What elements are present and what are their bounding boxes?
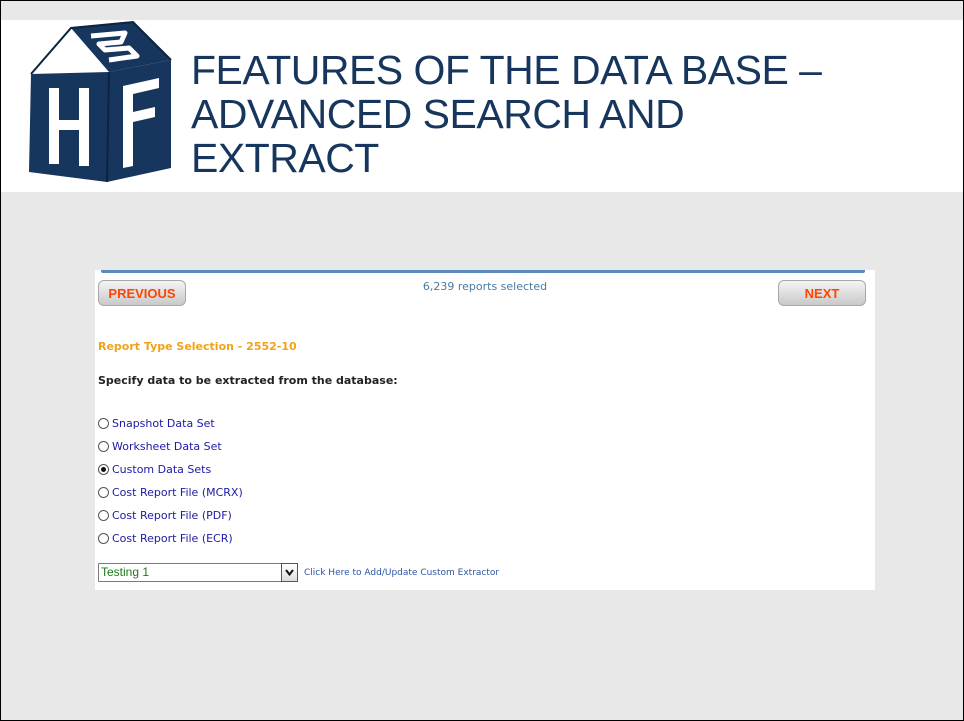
option-label: Custom Data Sets [112, 463, 212, 476]
next-button[interactable]: NEXT [778, 280, 866, 306]
option-cost-report-pdf[interactable]: Cost Report File (PDF) [98, 504, 243, 527]
option-cost-report-ecr[interactable]: Cost Report File (ECR) [98, 527, 243, 550]
slide-title-line: EXTRACT [191, 135, 379, 181]
custom-extractor-row: Testing 1 Click Here to Add/Update Custo… [98, 563, 499, 582]
custom-extractor-select[interactable]: Testing 1 [98, 563, 298, 582]
option-label: Snapshot Data Set [112, 417, 215, 430]
radio-button[interactable] [98, 418, 109, 429]
option-label: Cost Report File (ECR) [112, 532, 233, 545]
data-set-options: Snapshot Data Set Worksheet Data Set Cus… [98, 412, 243, 550]
hfp-cube-logo-icon [29, 20, 172, 183]
option-custom-data-sets[interactable]: Custom Data Sets [98, 458, 243, 481]
panel-top-border [101, 270, 865, 273]
slide: FEATURES OF THE DATA BASE – ADVANCED SEA… [0, 0, 964, 721]
slide-title-line: FEATURES OF THE DATA BASE – [191, 47, 822, 93]
radio-button-selected[interactable] [98, 464, 109, 475]
report-type-section-title: Report Type Selection - 2552-10 [98, 340, 297, 353]
radio-button[interactable] [98, 533, 109, 544]
slide-title: FEATURES OF THE DATA BASE – ADVANCED SEA… [191, 48, 822, 180]
slide-header: FEATURES OF THE DATA BASE – ADVANCED SEA… [1, 1, 963, 192]
radio-button[interactable] [98, 510, 109, 521]
reports-selected-status: 6,239 reports selected [422, 280, 548, 293]
app-screenshot-panel: PREVIOUS 6,239 reports selected NEXT Rep… [95, 270, 875, 590]
add-update-custom-extractor-link[interactable]: Click Here to Add/Update Custom Extracto… [304, 568, 499, 578]
slide-title-line: ADVANCED SEARCH AND [191, 91, 685, 137]
option-snapshot-data-set[interactable]: Snapshot Data Set [98, 412, 243, 435]
option-label: Worksheet Data Set [112, 440, 222, 453]
radio-button[interactable] [98, 441, 109, 452]
extract-instruction: Specify data to be extracted from the da… [98, 374, 398, 387]
chevron-down-icon[interactable] [281, 563, 298, 582]
radio-button[interactable] [98, 487, 109, 498]
select-value: Testing 1 [101, 565, 150, 579]
option-label: Cost Report File (MCRX) [112, 486, 243, 499]
option-label: Cost Report File (PDF) [112, 509, 232, 522]
option-cost-report-mcrx[interactable]: Cost Report File (MCRX) [98, 481, 243, 504]
option-worksheet-data-set[interactable]: Worksheet Data Set [98, 435, 243, 458]
